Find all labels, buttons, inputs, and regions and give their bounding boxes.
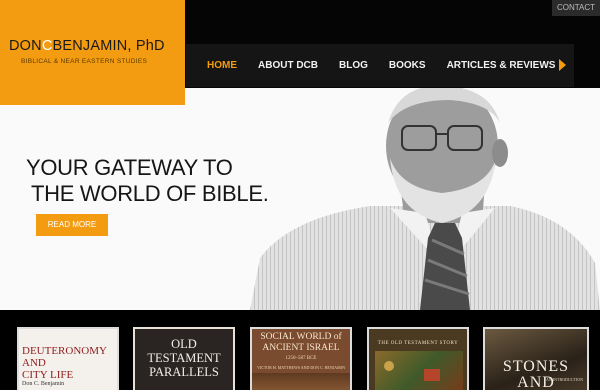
book-author: VICTOR H. MATTHEWS AND DON C. BENJAMIN [257,365,345,370]
book-title-line: THE OLD TESTAMENT STORY [377,341,459,346]
book-title-line: OLD [171,337,197,351]
contact-link[interactable]: CONTACT [552,0,600,16]
book-subtitle: AN INTRODUCTION [546,377,583,382]
book-title-line: CITY LIFE [22,369,74,381]
book-cover-ot-story[interactable]: THE OLD TESTAMENT STORY [367,327,469,390]
book-cover-ot-parallels[interactable]: OLD TESTAMENT PARALLELS [133,327,235,390]
book-title-line: PARALLELS [149,365,219,379]
book-title-line: AND [22,357,46,369]
hero-heading: YOUR GATEWAY TO THE WORLD OF BIBLE. [26,155,269,207]
book-subtitle: 1250–587 BCE [285,356,317,361]
nav-item-blog[interactable]: BLOG [339,60,368,71]
nav-item-articles[interactable]: ARTICLES & REVIEWS [447,60,556,71]
hero-heading-line1: YOUR GATEWAY TO [26,155,233,180]
book-title-line: SOCIAL WORLD of [260,332,342,342]
main-nav: HOME ABOUT DCB BLOG BOOKS ARTICLES & REV… [186,44,574,87]
nav-item-home[interactable]: HOME [207,60,237,71]
read-more-button[interactable]: READ MORE [36,214,108,236]
nav-next-arrow-icon[interactable] [559,59,566,71]
book-cover-deuteronomy[interactable]: DEUTERONOMY AND CITY LIFE Don C. Benjami… [17,327,119,390]
logo-subtitle: BIBLICAL & NEAR EASTERN STUDIES [21,58,148,65]
book-cover-stones[interactable]: STONES AND AN INTRODUCTION [483,327,589,390]
site-logo[interactable]: DONCBENJAMIN, PhD BIBLICAL & NEAR EASTER… [0,0,185,105]
logo-name: DONCBENJAMIN, PhD [9,38,165,54]
nav-item-books[interactable]: BOOKS [389,60,426,71]
book-title-line: TESTAMENT [147,351,221,365]
book-title-line: STONES [502,358,570,375]
book-cover-social-world[interactable]: SOCIAL WORLD of ANCIENT ISRAEL 1250–587 … [250,327,352,390]
book-title-line: DEUTERONOMY [22,345,107,357]
hero-heading-line2: THE WORLD OF BIBLE. [31,181,269,206]
books-strip: DEUTERONOMY AND CITY LIFE Don C. Benjami… [0,310,600,390]
nav-item-about[interactable]: ABOUT DCB [258,60,318,71]
book-title-line: ANCIENT ISRAEL [262,343,340,353]
book-author: Don C. Benjamin [22,381,65,387]
hero-banner: YOUR GATEWAY TO THE WORLD OF BIBLE. READ… [0,88,600,310]
author-portrait [250,88,600,310]
